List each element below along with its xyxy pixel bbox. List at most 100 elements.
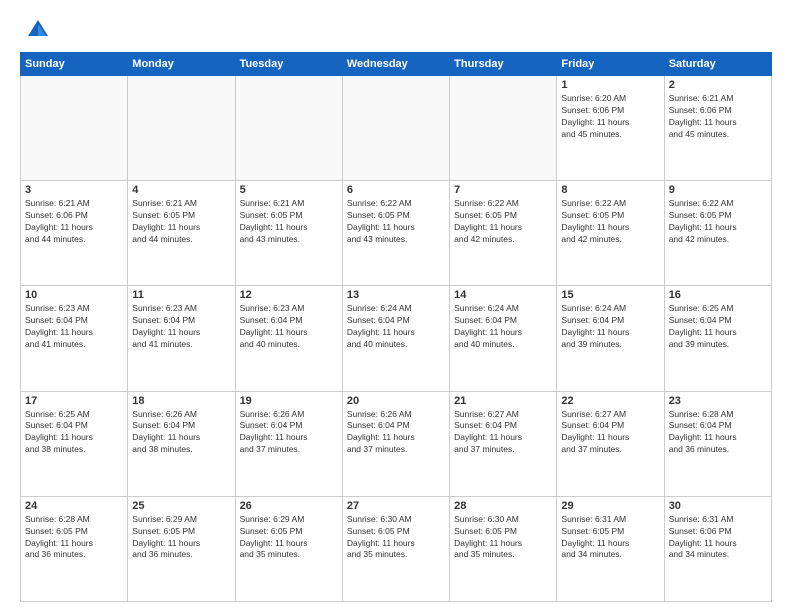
day-number: 28 (454, 500, 552, 512)
day-info: Sunrise: 6:26 AMSunset: 6:04 PMDaylight:… (347, 409, 445, 457)
calendar-day-cell (342, 76, 449, 181)
calendar-day-cell: 18 Sunrise: 6:26 AMSunset: 6:04 PMDayligh… (128, 391, 235, 496)
calendar-day-cell: 15Sunrise: 6:24 AMSunset: 6:04 PMDayligh… (557, 286, 664, 391)
page: SundayMondayTuesdayWednesdayThursdayFrid… (0, 0, 792, 612)
day-info: Sunrise: 6:31 AMSunset: 6:06 PMDaylight:… (669, 514, 767, 562)
calendar-day-cell: 29Sunrise: 6:31 AMSunset: 6:05 PMDayligh… (557, 496, 664, 601)
day-number: 22 (561, 395, 659, 407)
day-info: Sunrise: 6:29 AMSunset: 6:05 PMDaylight:… (132, 514, 230, 562)
calendar-week-row: 24 Sunrise: 6:28 AMSunset: 6:05 PMDayligh… (21, 496, 772, 601)
day-info: Sunrise: 6:22 AMSunset: 6:05 PMDaylight:… (669, 198, 767, 246)
calendar-day-cell: 6 Sunrise: 6:22 AMSunset: 6:05 PMDaylight… (342, 181, 449, 286)
day-info: Sunrise: 6:29 AMSunset: 6:05 PMDaylight:… (240, 514, 338, 562)
weekday-header: Saturday (664, 53, 771, 76)
calendar-day-cell (235, 76, 342, 181)
calendar-day-cell (128, 76, 235, 181)
calendar-day-cell: 5 Sunrise: 6:21 AMSunset: 6:05 PMDaylight… (235, 181, 342, 286)
day-number: 13 (347, 289, 445, 301)
day-number: 5 (240, 184, 338, 196)
day-info: Sunrise: 6:30 AMSunset: 6:05 PMDaylight:… (347, 514, 445, 562)
day-number: 9 (669, 184, 767, 196)
day-number: 12 (240, 289, 338, 301)
day-info: Sunrise: 6:21 AMSunset: 6:05 PMDaylight:… (132, 198, 230, 246)
calendar-header-row: SundayMondayTuesdayWednesdayThursdayFrid… (21, 53, 772, 76)
calendar-day-cell: 3 Sunrise: 6:21 AMSunset: 6:06 PMDaylight… (21, 181, 128, 286)
day-info: Sunrise: 6:27 AMSunset: 6:04 PMDaylight:… (561, 409, 659, 457)
day-number: 11 (132, 289, 230, 301)
calendar-day-cell: 28 Sunrise: 6:30 AMSunset: 6:05 PMDayligh… (450, 496, 557, 601)
calendar-body: 1 Sunrise: 6:20 AMSunset: 6:06 PMDaylight… (21, 76, 772, 602)
day-number: 26 (240, 500, 338, 512)
day-info: Sunrise: 6:22 AMSunset: 6:05 PMDaylight:… (561, 198, 659, 246)
calendar-day-cell: 19Sunrise: 6:26 AMSunset: 6:04 PMDayligh… (235, 391, 342, 496)
day-number: 6 (347, 184, 445, 196)
day-number: 8 (561, 184, 659, 196)
day-info: Sunrise: 6:23 AMSunset: 6:04 PMDaylight:… (25, 303, 123, 351)
calendar-day-cell: 22 Sunrise: 6:27 AMSunset: 6:04 PMDayligh… (557, 391, 664, 496)
calendar-day-cell: 8 Sunrise: 6:22 AMSunset: 6:05 PMDaylight… (557, 181, 664, 286)
calendar-week-row: 3 Sunrise: 6:21 AMSunset: 6:06 PMDaylight… (21, 181, 772, 286)
day-number: 16 (669, 289, 767, 301)
day-info: Sunrise: 6:22 AMSunset: 6:05 PMDaylight:… (454, 198, 552, 246)
calendar-week-row: 10 Sunrise: 6:23 AMSunset: 6:04 PMDayligh… (21, 286, 772, 391)
day-number: 17 (25, 395, 123, 407)
day-info: Sunrise: 6:24 AMSunset: 6:04 PMDaylight:… (454, 303, 552, 351)
calendar-day-cell: 30 Sunrise: 6:31 AMSunset: 6:06 PMDayligh… (664, 496, 771, 601)
day-number: 20 (347, 395, 445, 407)
day-number: 25 (132, 500, 230, 512)
day-number: 14 (454, 289, 552, 301)
day-info: Sunrise: 6:21 AMSunset: 6:05 PMDaylight:… (240, 198, 338, 246)
calendar-day-cell: 10 Sunrise: 6:23 AMSunset: 6:04 PMDayligh… (21, 286, 128, 391)
day-number: 2 (669, 79, 767, 91)
calendar-week-row: 1 Sunrise: 6:20 AMSunset: 6:06 PMDaylight… (21, 76, 772, 181)
logo (20, 16, 52, 44)
day-info: Sunrise: 6:22 AMSunset: 6:05 PMDaylight:… (347, 198, 445, 246)
day-info: Sunrise: 6:24 AMSunset: 6:04 PMDaylight:… (347, 303, 445, 351)
day-info: Sunrise: 6:23 AMSunset: 6:04 PMDaylight:… (240, 303, 338, 351)
calendar-day-cell (450, 76, 557, 181)
calendar-day-cell: 4 Sunrise: 6:21 AMSunset: 6:05 PMDaylight… (128, 181, 235, 286)
day-info: Sunrise: 6:26 AMSunset: 6:04 PMDaylight:… (240, 409, 338, 457)
calendar-day-cell (21, 76, 128, 181)
day-number: 21 (454, 395, 552, 407)
calendar-day-cell: 20 Sunrise: 6:26 AMSunset: 6:04 PMDayligh… (342, 391, 449, 496)
day-info: Sunrise: 6:28 AMSunset: 6:05 PMDaylight:… (25, 514, 123, 562)
calendar-day-cell: 2 Sunrise: 6:21 AMSunset: 6:06 PMDaylight… (664, 76, 771, 181)
header (20, 16, 772, 44)
day-info: Sunrise: 6:30 AMSunset: 6:05 PMDaylight:… (454, 514, 552, 562)
day-info: Sunrise: 6:25 AMSunset: 6:04 PMDaylight:… (669, 303, 767, 351)
day-info: Sunrise: 6:26 AMSunset: 6:04 PMDaylight:… (132, 409, 230, 457)
calendar-day-cell: 21 Sunrise: 6:27 AMSunset: 6:04 PMDayligh… (450, 391, 557, 496)
day-number: 18 (132, 395, 230, 407)
weekday-header: Wednesday (342, 53, 449, 76)
day-info: Sunrise: 6:23 AMSunset: 6:04 PMDaylight:… (132, 303, 230, 351)
calendar-day-cell: 23 Sunrise: 6:28 AMSunset: 6:04 PMDayligh… (664, 391, 771, 496)
calendar-day-cell: 27Sunrise: 6:30 AMSunset: 6:05 PMDayligh… (342, 496, 449, 601)
day-number: 29 (561, 500, 659, 512)
calendar-day-cell: 17 Sunrise: 6:25 AMSunset: 6:04 PMDayligh… (21, 391, 128, 496)
day-info: Sunrise: 6:21 AMSunset: 6:06 PMDaylight:… (669, 93, 767, 141)
day-info: Sunrise: 6:24 AMSunset: 6:04 PMDaylight:… (561, 303, 659, 351)
calendar-day-cell: 12 Sunrise: 6:23 AMSunset: 6:04 PMDayligh… (235, 286, 342, 391)
day-number: 10 (25, 289, 123, 301)
day-number: 24 (25, 500, 123, 512)
day-info: Sunrise: 6:21 AMSunset: 6:06 PMDaylight:… (25, 198, 123, 246)
calendar-day-cell: 13 Sunrise: 6:24 AMSunset: 6:04 PMDayligh… (342, 286, 449, 391)
day-info: Sunrise: 6:25 AMSunset: 6:04 PMDaylight:… (25, 409, 123, 457)
calendar-week-row: 17 Sunrise: 6:25 AMSunset: 6:04 PMDayligh… (21, 391, 772, 496)
weekday-header: Friday (557, 53, 664, 76)
day-info: Sunrise: 6:28 AMSunset: 6:04 PMDaylight:… (669, 409, 767, 457)
day-number: 30 (669, 500, 767, 512)
calendar-day-cell: 1 Sunrise: 6:20 AMSunset: 6:06 PMDaylight… (557, 76, 664, 181)
weekday-header: Monday (128, 53, 235, 76)
calendar-day-cell: 9 Sunrise: 6:22 AMSunset: 6:05 PMDaylight… (664, 181, 771, 286)
calendar-day-cell: 24 Sunrise: 6:28 AMSunset: 6:05 PMDayligh… (21, 496, 128, 601)
day-number: 1 (561, 79, 659, 91)
day-info: Sunrise: 6:20 AMSunset: 6:06 PMDaylight:… (561, 93, 659, 141)
day-info: Sunrise: 6:27 AMSunset: 6:04 PMDaylight:… (454, 409, 552, 457)
day-number: 4 (132, 184, 230, 196)
day-number: 23 (669, 395, 767, 407)
day-number: 7 (454, 184, 552, 196)
day-number: 3 (25, 184, 123, 196)
weekday-header: Sunday (21, 53, 128, 76)
